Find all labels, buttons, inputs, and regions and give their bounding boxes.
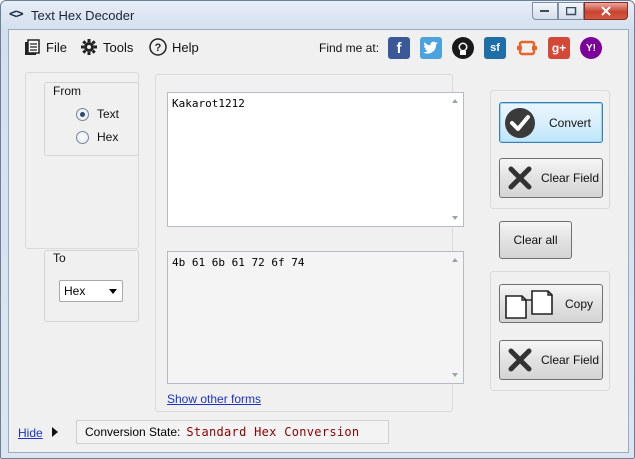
- radio-hex[interactable]: Hex: [76, 130, 118, 144]
- copy-label: Copy: [564, 296, 593, 311]
- svg-text:?: ?: [155, 42, 162, 54]
- conversion-state-box: Conversion State: Standard Hex Conversio…: [76, 420, 389, 444]
- maximize-button[interactable]: [558, 2, 584, 20]
- menu-bar: File Tools ? Help Find me at: f sf g+ Y!: [9, 30, 628, 66]
- clear-field-top-label: Clear Field: [540, 171, 600, 185]
- close-icon: [601, 6, 611, 16]
- expand-arrow-icon[interactable]: [52, 427, 58, 437]
- scroll-down-icon[interactable]: [452, 373, 458, 377]
- clear-field-bottom-label: Clear Field: [540, 353, 600, 367]
- conversion-state-label: Conversion State:: [85, 425, 181, 439]
- radio-hex-circle[interactable]: [76, 130, 89, 144]
- show-other-forms-link[interactable]: Show other forms: [167, 392, 261, 406]
- findme-label: Find me at:: [319, 41, 380, 55]
- output-textbox[interactable]: 4b 61 6b 61 72 6f 74: [167, 251, 464, 384]
- menu-tools[interactable]: Tools: [80, 38, 133, 56]
- to-format-select[interactable]: Hex: [59, 280, 123, 302]
- menu-help-label: Help: [172, 39, 199, 55]
- clear-field-bottom-button[interactable]: Clear Field: [499, 340, 603, 380]
- scroll-up-icon[interactable]: [452, 258, 458, 262]
- facebook-icon[interactable]: f: [388, 37, 410, 59]
- window-controls: [532, 2, 628, 22]
- close-button[interactable]: [584, 2, 628, 20]
- maximize-icon: [565, 6, 576, 15]
- app-code-icon: <>: [9, 7, 24, 22]
- to-group-label: To: [53, 251, 66, 265]
- to-format-value: Hex: [64, 284, 86, 298]
- github-icon[interactable]: [452, 37, 474, 59]
- close-icon: [500, 341, 540, 379]
- radio-text[interactable]: Text: [76, 107, 119, 121]
- output-text: 4b 61 6b 61 72 6f 74: [172, 256, 305, 269]
- file-icon: [23, 38, 41, 56]
- convert-button[interactable]: Convert: [499, 102, 603, 143]
- help-icon: ?: [149, 38, 167, 56]
- input-textbox[interactable]: Kakarot1212: [167, 92, 464, 227]
- app-window: <> Text Hex Decoder File Tools ? Help Fi…: [0, 0, 635, 459]
- clear-all-label: Clear all: [513, 233, 558, 247]
- chevron-down-icon: [109, 289, 117, 294]
- gear-icon: [80, 38, 98, 56]
- clear-all-button[interactable]: Clear all: [499, 221, 572, 259]
- scroll-down-icon[interactable]: [452, 216, 458, 220]
- sourceforge-icon[interactable]: sf: [484, 37, 506, 59]
- client-area: File Tools ? Help Find me at: f sf g+ Y!…: [8, 29, 629, 453]
- yahoo-icon[interactable]: Y!: [580, 37, 602, 59]
- menu-tools-label: Tools: [103, 39, 134, 55]
- output-scrollbar[interactable]: [448, 252, 463, 383]
- radio-text-label: Text: [97, 107, 120, 121]
- twitter-icon[interactable]: [420, 37, 442, 59]
- check-icon: [500, 104, 540, 142]
- copy-icon: [500, 285, 558, 323]
- clear-field-top-button[interactable]: Clear Field: [499, 158, 603, 198]
- radio-text-circle[interactable]: [76, 107, 89, 121]
- scroll-up-icon[interactable]: [452, 99, 458, 103]
- menu-file-label: File: [46, 39, 67, 55]
- conversion-state-value: Standard Hex Conversion: [186, 425, 360, 439]
- input-text: Kakarot1212: [172, 97, 245, 110]
- menu-file[interactable]: File: [23, 38, 67, 56]
- title-bar[interactable]: <> Text Hex Decoder: [1, 1, 634, 29]
- codeplex-icon[interactable]: [516, 37, 538, 59]
- convert-label: Convert: [548, 115, 592, 130]
- window-title: Text Hex Decoder: [31, 8, 135, 23]
- hide-link[interactable]: Hide: [18, 426, 43, 440]
- input-scrollbar[interactable]: [448, 93, 463, 226]
- minimize-icon: [540, 10, 549, 12]
- googleplus-icon[interactable]: g+: [548, 37, 570, 59]
- copy-button[interactable]: Copy: [499, 284, 603, 323]
- from-group-label: From: [53, 84, 81, 98]
- close-icon: [500, 159, 540, 197]
- minimize-button[interactable]: [532, 2, 558, 20]
- radio-hex-label: Hex: [97, 130, 119, 144]
- menu-help[interactable]: ? Help: [149, 38, 199, 56]
